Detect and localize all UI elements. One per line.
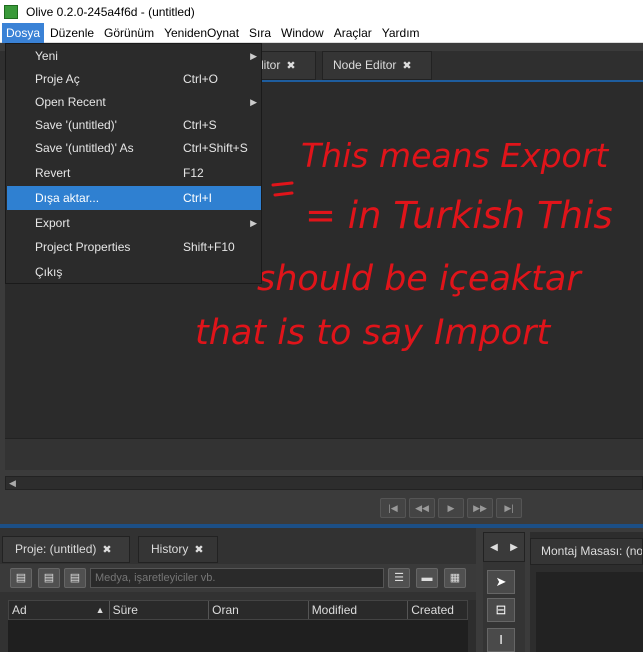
submenu-arrow-icon: ▶ [250,51,257,61]
annotation-line-4: that is to say Import [195,313,552,353]
app-icon [4,4,18,19]
go-to-start-button[interactable]: |◀ [380,498,406,518]
col-name[interactable]: Ad ▲ [9,601,110,619]
col-modified[interactable]: Modified [309,601,409,619]
menu-item-new[interactable]: Yeni ▶ [7,44,261,68]
search-input[interactable] [90,568,384,588]
tab-history[interactable]: History ✖ [138,536,218,563]
tab-project[interactable]: Proje: (untitled) ✖ [2,536,130,563]
annotation-equals-bottom [273,191,294,197]
menu-item-export[interactable]: Export ▶ [7,211,261,235]
col-rate[interactable]: Oran [209,601,309,619]
project-panel: Proje: (untitled)✖ History✖ ▤ ▤ ▤ ☰ ▬ ▦ … [0,528,476,652]
edit-tool-icon[interactable]: ⊟ [487,598,515,622]
menu-tools[interactable]: Araçlar [330,23,376,43]
menu-item-export-dialog[interactable]: Dışa aktar... Ctrl+I [7,186,261,210]
menu-item-revert[interactable]: Revert F12 [7,161,261,185]
list-view-icon[interactable]: ☰ [388,568,410,588]
playback-controls: |◀ ◀◀ ▶ ▶▶ ▶| [380,498,522,518]
pointer-tool-icon[interactable]: ➤ [487,570,515,594]
sort-asc-icon: ▲ [95,605,105,615]
menu-sequence[interactable]: Sıra [245,23,275,43]
pin-icon[interactable]: ✖ [402,53,411,80]
menu-window[interactable]: Window [277,23,328,43]
go-to-end-button[interactable]: ▶| [496,498,522,518]
menu-file[interactable]: Dosya [2,22,45,43]
menu-item-open-recent[interactable]: Open Recent ▶ [7,90,261,114]
menu-item-save-as[interactable]: Save '(untitled)' As Ctrl+Shift+S [7,136,261,160]
menu-item-project-properties[interactable]: Project Properties Shift+F10 [7,235,261,259]
chevron-left-icon[interactable]: ◀ [490,542,498,553]
annotation-line-2: = in Turkish This [305,194,613,237]
play-button[interactable]: ▶ [438,498,464,518]
title-bar: Olive 0.2.0-245a4f6d - (untitled) [0,0,643,23]
annotation-line-1: This means Export [301,136,609,175]
icon-view-icon[interactable]: ▦ [444,568,466,588]
timeline-area[interactable] [536,572,643,652]
menu-view[interactable]: Görünüm [100,23,158,43]
project-toolbar: ▤ ▤ ▤ ☰ ▬ ▦ [0,564,476,592]
rewind-button[interactable]: ◀◀ [409,498,435,518]
tab-node-editor[interactable]: Node Editor ✖ [322,51,432,80]
save-file-icon[interactable]: ▤ [64,568,86,588]
pin-icon[interactable]: ✖ [286,53,295,80]
viewer-horizontal-scrollbar[interactable]: ◀ [5,476,643,490]
tab-project-label: Proje: (untitled) [15,542,97,556]
col-created[interactable]: Created [408,601,467,619]
menu-playback[interactable]: YenidenOynat [160,23,243,43]
project-list[interactable] [8,620,468,652]
menu-item-quit[interactable]: Çıkış [7,260,261,284]
tab-timeline[interactable]: Montaj Masası: (no [530,538,643,565]
submenu-arrow-icon: ▶ [250,218,257,228]
pin-icon[interactable]: ✖ [102,538,111,563]
open-file-icon[interactable]: ▤ [38,568,60,588]
menu-item-open-project[interactable]: Proje Aç Ctrl+O [7,67,261,91]
pin-icon[interactable]: ✖ [194,538,203,563]
annotation-equals-top [271,181,294,187]
tree-view-icon[interactable]: ▬ [416,568,438,588]
menu-help[interactable]: Yardım [378,23,424,43]
file-menu-dropdown: Yeni ▶ Proje Aç Ctrl+O Open Recent ▶ Save '… [5,43,262,284]
table-header: Ad ▲ Süre Oran Modified Created [8,600,468,620]
tab-history-label: History [151,542,189,556]
fast-forward-button[interactable]: ▶▶ [467,498,493,518]
menu-edit[interactable]: Düzenle [46,23,98,43]
chevron-right-icon[interactable]: ▶ [510,542,518,553]
project-vertical-scrollbar[interactable] [468,600,476,652]
window-title: Olive 0.2.0-245a4f6d - (untitled) [26,4,195,19]
viewer-status-strip [5,438,643,470]
menu-bar: Dosya Düzenle Görünüm YenidenOynat Sıra … [0,22,643,43]
ripple-tool-icon[interactable]: I [487,628,515,652]
new-file-icon[interactable]: ▤ [10,568,32,588]
submenu-arrow-icon: ▶ [250,97,257,107]
menu-item-save[interactable]: Save '(untitled)' Ctrl+S [7,113,261,137]
tool-tabs-nav: ◀ ▶ [483,532,525,562]
col-duration[interactable]: Süre [110,601,210,619]
tab-node-editor-label: Node Editor [333,58,397,72]
scroll-left-icon[interactable]: ◀ [9,477,16,489]
annotation-line-3: should be içeaktar [257,259,583,299]
tools-panel: ◀ ▶ ➤ ⊟ I [483,532,525,652]
timeline-panel: Montaj Masası: (no [530,532,643,652]
